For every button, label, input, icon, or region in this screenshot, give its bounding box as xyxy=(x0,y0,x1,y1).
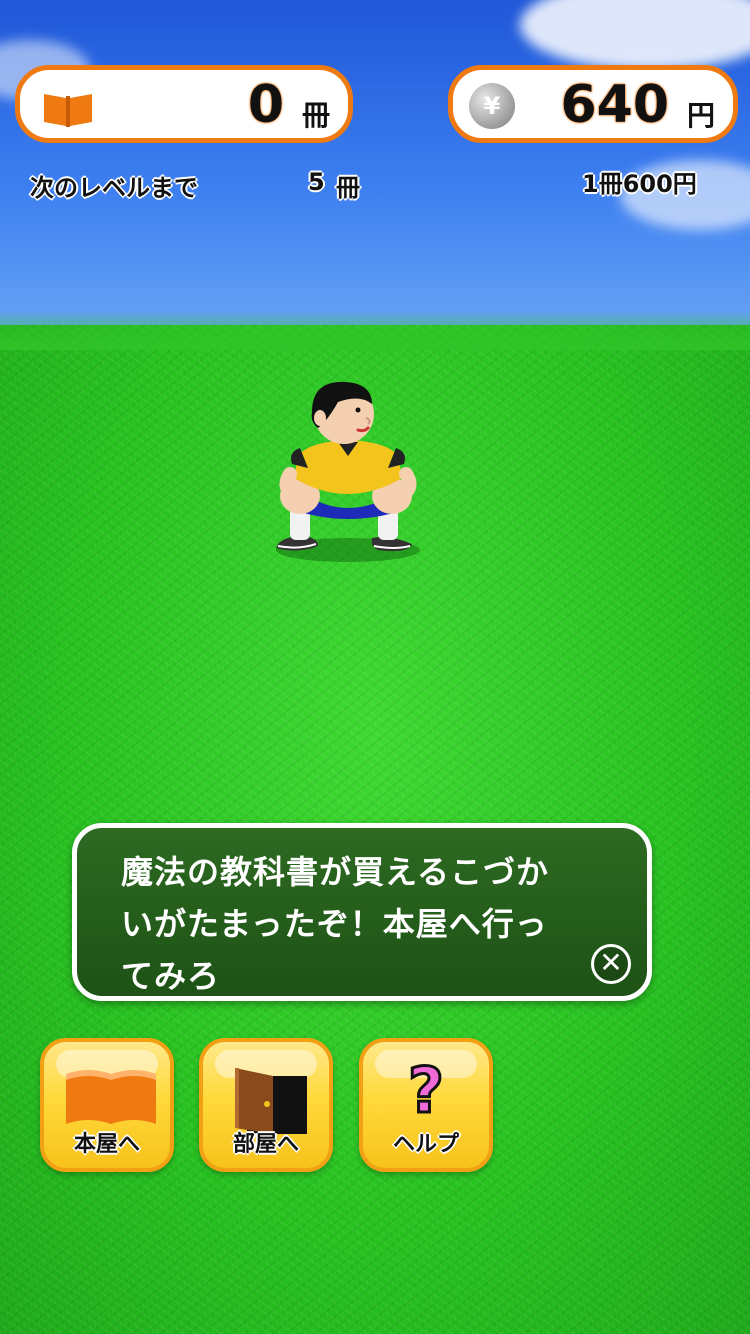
bookstore-label: 本屋へ xyxy=(73,1132,140,1157)
horizon xyxy=(0,310,750,350)
open-book-icon xyxy=(66,1070,156,1124)
close-icon[interactable]: ✕ xyxy=(591,944,631,984)
message-dialog: 魔法の教科書が買えるこづか いがたまったぞ！本屋へ行っ てみろ ✕ xyxy=(72,823,652,1001)
next-level-label: 次のレベルまで xyxy=(30,174,198,202)
money-counter: ¥ 640 円 xyxy=(448,65,738,143)
help-label: ヘルプ xyxy=(392,1132,459,1157)
message-text: 魔法の教科書が買えるこづか いがたまったぞ！本屋へ行っ てみろ xyxy=(121,853,550,995)
next-level-unit: 冊 xyxy=(336,174,360,202)
money-unit: 円 xyxy=(686,99,715,132)
question-mark-icon: ? xyxy=(407,1054,446,1127)
room-label: 部屋へ xyxy=(232,1132,299,1157)
door-icon xyxy=(235,1068,307,1134)
yen-coin-icon: ¥ xyxy=(469,83,515,129)
room-button[interactable]: 部屋へ xyxy=(199,1038,333,1172)
open-book-icon xyxy=(44,94,92,127)
cloud xyxy=(520,0,750,70)
squatting-boy-character[interactable] xyxy=(268,378,428,568)
next-level-value: 5 xyxy=(308,168,325,196)
books-count: 0 xyxy=(247,75,284,135)
book-price-label: 1冊600円 xyxy=(582,170,697,198)
books-unit: 冊 xyxy=(301,99,330,132)
help-button[interactable]: ? ヘルプ xyxy=(359,1038,493,1172)
bookstore-button[interactable]: 本屋へ xyxy=(40,1038,174,1172)
money-amount: 640 xyxy=(560,75,669,135)
books-counter: 0 冊 xyxy=(15,65,353,143)
